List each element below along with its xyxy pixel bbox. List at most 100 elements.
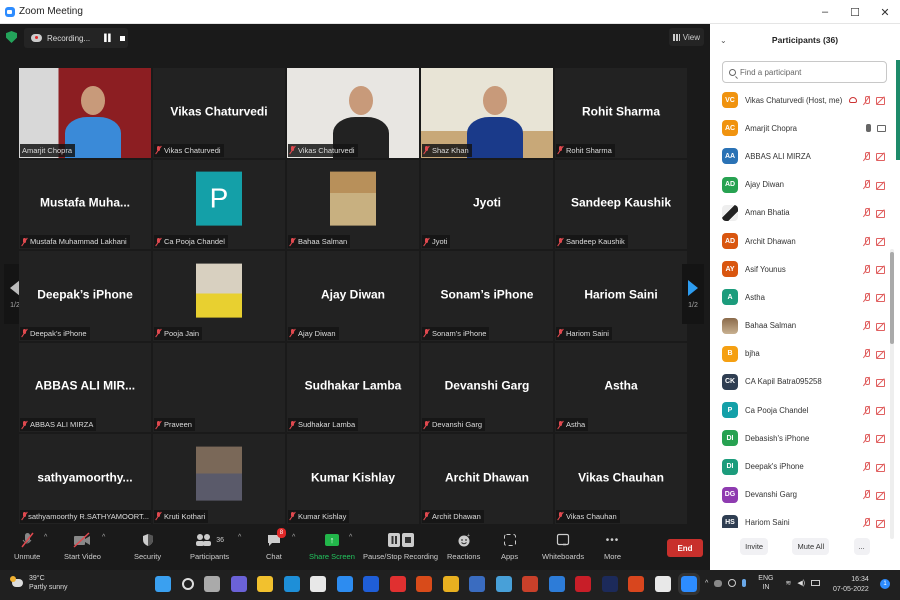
video-tile[interactable]: Vikas Chauhan Vikas Chauhan [555, 434, 687, 524]
reactions-button[interactable]: + Reactions [447, 532, 480, 561]
zoom-icon[interactable] [678, 573, 700, 595]
participant-row[interactable]: DG Devanshi Garg [722, 481, 888, 509]
participant-row[interactable]: AD Archit Dhawan [722, 227, 888, 255]
view-button[interactable]: View [668, 28, 704, 46]
store-icon[interactable] [310, 576, 326, 592]
video-tile[interactable]: Pooja Jain [153, 251, 285, 341]
participants-button[interactable]: 36 Participants [190, 532, 229, 561]
show-hidden-icons-chevron-icon[interactable]: ^ [705, 580, 708, 587]
participant-row[interactable]: Bbjha [722, 340, 888, 368]
mail-icon[interactable] [336, 576, 353, 592]
control-panel-icon[interactable] [495, 576, 512, 592]
participants-options-caret[interactable]: ^ [238, 534, 241, 541]
video-tile[interactable]: Kumar Kishlay Kumar Kishlay [287, 434, 419, 524]
video-tile[interactable]: Bahaa Salman [287, 159, 419, 249]
video-tile[interactable]: Praveen [153, 342, 285, 432]
audio-options-caret[interactable]: ^ [44, 534, 47, 541]
participant-row[interactable]: DI Debasish's iPhone [722, 424, 888, 452]
security-button[interactable]: Security [134, 532, 161, 561]
mute-all-button[interactable]: Mute All [792, 538, 830, 555]
video-tile[interactable]: Vikas Chaturvedi [287, 68, 419, 158]
wifi-icon[interactable]: ≋ [785, 579, 791, 587]
video-tile[interactable]: Ajay Diwan Ajay Diwan [287, 251, 419, 341]
participant-row[interactable]: AC Amarjit Chopra [722, 114, 888, 142]
participant-row[interactable]: AA ABBAS ALI MIRZA [722, 142, 888, 170]
video-options-caret[interactable]: ^ [102, 534, 105, 541]
stop-recording-button[interactable] [120, 35, 126, 41]
tray-app-icon[interactable] [714, 579, 723, 587]
participant-row[interactable]: VC Vikas Chaturvedi (Host, me) [722, 86, 888, 114]
close-button[interactable]: ✕ [870, 0, 900, 24]
whiteboards-button[interactable]: Whiteboards [542, 532, 584, 561]
start-video-button[interactable]: Start Video [64, 532, 101, 561]
participant-row[interactable]: AD Ajay Diwan [722, 171, 888, 199]
task-view-icon[interactable] [204, 576, 220, 592]
video-tile[interactable]: Archit Dhawan Archit Dhawan [421, 434, 553, 524]
participant-row[interactable]: HS Hariom Saini [722, 509, 888, 528]
participant-row[interactable]: A Astha [722, 283, 888, 311]
video-tile[interactable]: Mustafa Muha... Mustafa Muhammad Lakhani [19, 159, 151, 249]
participant-row[interactable]: AY Asif Younus [722, 255, 888, 283]
video-tile[interactable]: Shaz Khan [421, 68, 553, 158]
video-tile[interactable]: Devanshi Garg Devanshi Garg [421, 342, 553, 432]
video-tile[interactable]: sathyamoorthy... sathyamoorthy R.SATHYAMO… [19, 434, 151, 524]
participant-row[interactable]: Aman Bhatia [722, 199, 888, 227]
mcafee-icon[interactable] [575, 576, 591, 592]
participant-row[interactable]: DI Deepak's iPhone [722, 452, 888, 480]
more-button[interactable]: ••• More [604, 532, 621, 562]
battery-icon[interactable] [811, 580, 821, 586]
file-explorer-icon[interactable] [257, 576, 273, 592]
search-icon[interactable] [181, 578, 194, 590]
windows-start-icon[interactable] [155, 576, 171, 592]
media-player-icon[interactable] [548, 576, 565, 592]
maximize-button[interactable]: ☐ [840, 0, 870, 24]
photoshop-icon[interactable] [601, 576, 618, 592]
share-screen-button[interactable]: ↑ Share Screen [309, 532, 355, 561]
powerpoint-icon[interactable] [628, 576, 644, 592]
dropbox-icon[interactable] [363, 576, 379, 592]
video-tile[interactable]: Jyoti Jyoti [421, 159, 553, 249]
language-indicator[interactable]: ENG IN [758, 574, 773, 592]
pause-recording-button[interactable]: ▌▌ [104, 35, 113, 42]
chat-options-caret[interactable]: ^ [292, 534, 295, 541]
winrar-icon[interactable] [522, 576, 538, 592]
participants-scrollbar-thumb[interactable] [890, 252, 894, 344]
participant-row[interactable]: P Ca Pooja Chandel [722, 396, 888, 424]
video-tile[interactable]: Sonam’s iPhone Sonam’s iPhone [421, 251, 553, 341]
chat-button[interactable]: 8 Chat [266, 528, 286, 561]
participant-row[interactable]: Bahaa Salman [722, 312, 888, 340]
clock[interactable]: 16:34 07-05-2022 [833, 575, 869, 595]
weather-widget[interactable]: 39°C Partly sunny [10, 574, 68, 592]
teams-chat-icon[interactable] [230, 576, 247, 592]
sync-icon[interactable] [728, 579, 737, 587]
office-icon[interactable] [416, 576, 432, 592]
find-participant-input[interactable]: Find a participant [722, 61, 887, 83]
next-page-button[interactable]: 1/2 [682, 264, 704, 324]
video-tile[interactable]: ABBAS ALI MIR... ABBAS ALI MIRZA [19, 342, 151, 432]
end-meeting-button[interactable]: End [667, 539, 703, 557]
encryption-shield-icon[interactable] [6, 31, 17, 43]
video-tile[interactable]: Sudhakar Lamba Sudhakar Lamba [287, 342, 419, 432]
microphone-icon[interactable] [742, 579, 747, 587]
participant-row[interactable]: CK CA Kapil Batra095258 [722, 368, 888, 396]
pause-stop-recording-button[interactable]: Pause/Stop Recording [363, 532, 438, 561]
notification-badge[interactable]: 1 [880, 579, 890, 589]
volume-icon[interactable]: ◀) [797, 579, 805, 587]
more-options-button[interactable]: ... [853, 538, 870, 555]
invite-button[interactable]: Invite [740, 538, 769, 555]
minimize-button[interactable]: – [810, 0, 840, 24]
video-tile[interactable]: Kruti Kothari [153, 434, 285, 524]
anydesk-icon[interactable] [389, 576, 406, 592]
chrome-icon[interactable] [442, 576, 459, 592]
video-tile[interactable]: Amarjit Chopra [19, 68, 151, 158]
video-tile[interactable]: Vikas Chaturvedi Vikas Chaturvedi [153, 68, 285, 158]
video-tile[interactable]: Deepak’s iPhone Deepak’s iPhone [19, 251, 151, 341]
apps-button[interactable]: Apps [501, 532, 518, 561]
video-tile[interactable]: Sandeep Kaushik Sandeep Kaushik [555, 159, 687, 249]
remote-desktop-icon[interactable] [469, 576, 485, 592]
video-tile[interactable]: Astha Astha [555, 342, 687, 432]
video-tile[interactable]: P Ca Pooja Chandel [153, 159, 285, 249]
unmute-button[interactable]: Unmute [14, 532, 40, 561]
share-options-caret[interactable]: ^ [349, 534, 352, 541]
edge-icon[interactable] [283, 576, 300, 592]
